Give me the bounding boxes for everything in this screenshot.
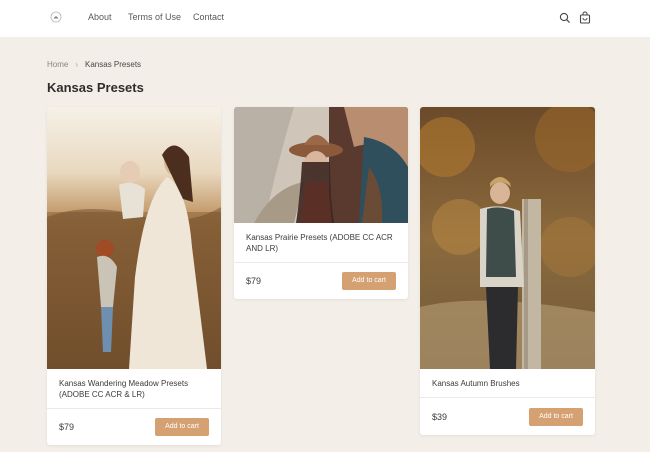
breadcrumb: Home › Kansas Presets	[47, 60, 141, 69]
top-header: About Terms of Use Contact	[0, 0, 650, 37]
product-card[interactable]: Kansas Autumn Brushes $39 Add to cart	[420, 107, 595, 435]
chevron-right-icon: ›	[75, 60, 79, 69]
add-to-cart-button[interactable]: Add to cart	[529, 408, 583, 426]
shopping-bag-icon[interactable]	[578, 11, 592, 25]
product-title[interactable]: Kansas Autumn Brushes	[432, 378, 583, 389]
product-image[interactable]	[47, 107, 221, 369]
nav-link-contact[interactable]: Contact	[193, 12, 224, 22]
product-title[interactable]: Kansas Prairie Presets (ADOBE CC ACR AND…	[246, 232, 396, 254]
nav-link-terms-of-use[interactable]: Terms of Use	[128, 12, 181, 22]
product-card[interactable]: Kansas Wandering Meadow Presets (ADOBE C…	[47, 107, 221, 445]
product-card[interactable]: Kansas Prairie Presets (ADOBE CC ACR AND…	[234, 107, 408, 299]
product-image[interactable]	[420, 107, 595, 369]
breadcrumb-current: Kansas Presets	[85, 60, 142, 69]
nav-link-about[interactable]: About	[88, 12, 112, 22]
add-to-cart-button[interactable]: Add to cart	[155, 418, 209, 436]
card-divider	[420, 397, 595, 398]
logo-icon[interactable]	[50, 11, 62, 23]
card-divider	[234, 262, 408, 263]
card-divider	[47, 408, 221, 409]
add-to-cart-button[interactable]: Add to cart	[342, 272, 396, 290]
search-icon[interactable]	[558, 11, 572, 25]
breadcrumb-home-link[interactable]: Home	[47, 60, 68, 69]
page-title: Kansas Presets	[47, 80, 144, 95]
product-price: $39	[432, 412, 448, 422]
product-price: $79	[59, 422, 75, 432]
product-title[interactable]: Kansas Wandering Meadow Presets (ADOBE C…	[59, 378, 209, 400]
product-price: $79	[246, 276, 262, 286]
product-image[interactable]	[234, 107, 408, 223]
